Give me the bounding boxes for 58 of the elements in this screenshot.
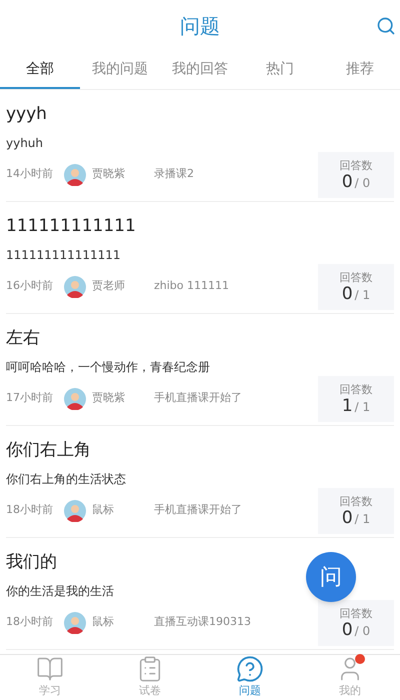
avatar-icon [64,276,86,298]
answer-count-label: 回答数 [340,494,372,510]
question-title: 我们的 [6,551,58,574]
answered-count: 0 [342,622,353,640]
ask-button[interactable]: 问 [306,552,356,602]
time-label: 14小时前 [6,166,54,182]
time-label: 17小时前 [6,390,54,406]
answer-count-label: 回答数 [340,270,372,286]
total-count: / 0 [354,625,370,638]
avatar-icon [64,164,86,186]
answered-count: 0 [342,174,353,192]
answered-count: 0 [342,510,353,528]
tab[interactable]: 我的回答 [160,52,240,89]
course-name: 直播互动课190313 [154,614,251,630]
total-count: / 1 [354,289,370,302]
tab[interactable]: 我的问题 [80,52,160,89]
total-count: / 0 [354,177,370,190]
author-name: 贾老师 [92,278,126,294]
tab[interactable]: 热门 [240,52,320,89]
question-text: yyhuh [6,134,44,152]
question-title: 左右 [6,327,41,350]
time-label: 16小时前 [6,278,54,294]
total-count: / 1 [354,513,370,526]
author-name: 鼠标 [92,502,115,518]
time-label: 18小时前 [6,614,54,630]
nav-item[interactable]: 学习 [0,655,100,700]
question-title: 你们右上角 [6,439,92,462]
avatar-icon [64,388,86,410]
author-name: 鼠标 [92,614,115,630]
author-name: 贾晓紫 [92,390,126,406]
tab[interactable]: 全部 [0,52,80,89]
question-title: yyyh [6,103,48,126]
answer-count-label: 回答数 [340,158,372,174]
time-label: 18小时前 [6,502,54,518]
question-title: 111111111111 [6,215,137,238]
course-name: 录播课2 [154,166,194,182]
course-name: 手机直播课开始了 [154,502,242,518]
search-button[interactable] [376,16,396,36]
nav-item[interactable]: 试卷 [100,655,200,700]
avatar-icon [64,612,86,634]
question-text: 你们右上角的生活状态 [6,470,127,488]
question-text: 111111111111111 [6,246,122,264]
nav-item[interactable]: 我的 [300,655,400,700]
answer-count-label: 回答数 [340,606,372,622]
nav-item[interactable]: 问题 [200,655,300,700]
author-name: 贾晓紫 [92,166,126,182]
question-chat-icon [236,655,264,684]
avatar-icon [64,500,86,522]
question-text: 你的生活是我的生活 [6,582,115,600]
total-count: / 1 [354,401,370,414]
course-name: 手机直播课开始了 [154,390,242,406]
answer-count-label: 回答数 [340,382,372,398]
answered-count: 0 [342,286,353,304]
answered-count: 1 [342,398,353,416]
question-text: 呵呵哈哈哈，一个慢动作，青春纪念册 [6,358,211,376]
course-name: zhibo 111111 [154,278,230,294]
tab[interactable]: 推荐 [320,52,400,89]
page-title: 问题 [180,13,220,40]
